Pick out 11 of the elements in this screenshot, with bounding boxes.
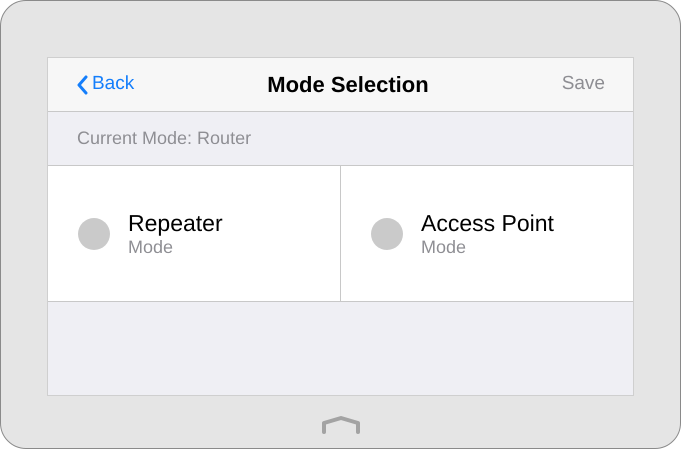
chevron-left-icon: [76, 74, 88, 94]
mode-subtitle: Mode: [421, 238, 468, 256]
mode-name: Access Point: [421, 212, 554, 234]
home-button-icon[interactable]: [320, 416, 360, 434]
back-button[interactable]: Back: [76, 70, 134, 99]
mode-subtitle: Mode: [128, 238, 174, 256]
radio-button[interactable]: [78, 218, 110, 250]
mode-name: Repeater: [128, 212, 223, 234]
page-title: Mode Selection: [267, 71, 429, 99]
radio-button[interactable]: [371, 218, 403, 250]
current-mode-label: Current Mode: Router: [77, 127, 252, 150]
